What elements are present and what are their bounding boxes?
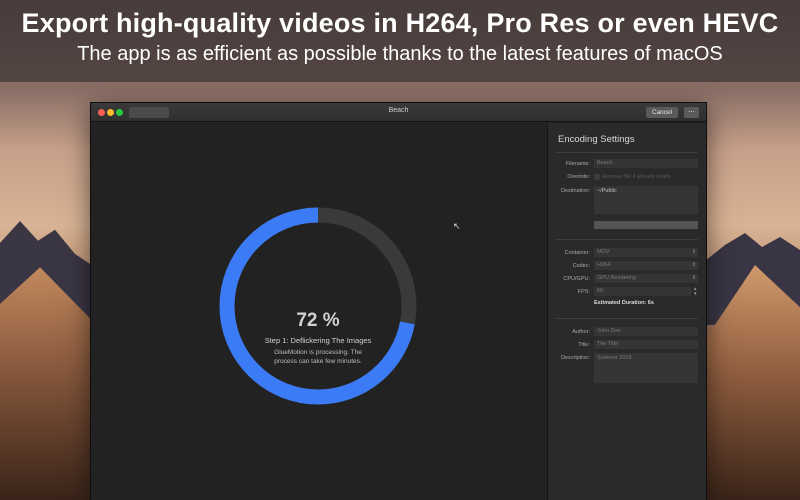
fps-label: FPS: <box>577 289 590 295</box>
codec-select[interactable]: H264 ⇕ <box>594 261 698 270</box>
mouse-pointer-icon: ↖ <box>453 221 461 231</box>
cpu-gpu-select[interactable]: GPU Rendering ⇕ <box>594 274 698 283</box>
encoding-settings-panel: Encoding Settings Filename: Beach Overri… <box>547 123 706 500</box>
override-checkbox[interactable] <box>594 174 600 180</box>
updown-arrow-icon: ⇕ <box>691 249 696 255</box>
divider <box>556 239 698 240</box>
codec-value: H264 <box>597 262 611 268</box>
cpu-gpu-value: GPU Rendering <box>597 275 636 281</box>
destination-field[interactable]: ~/Public <box>594 186 698 214</box>
container-select[interactable]: MOV ⇕ <box>594 248 698 257</box>
codec-label: Codec: <box>572 263 590 269</box>
description-field[interactable]: Summer 2018 <box>594 353 698 383</box>
progress-ring <box>219 207 417 405</box>
author-label: Author: <box>572 329 590 335</box>
cancel-button[interactable]: Cancel <box>646 107 678 118</box>
container-value: MOV <box>597 249 610 255</box>
cpu-gpu-label: CPU/GPU: <box>563 276 590 282</box>
settings-title: Encoding Settings <box>558 134 635 145</box>
window-title: Beach <box>388 107 409 114</box>
divider <box>556 318 698 319</box>
promo-headline: Export high-quality videos in H264, Pro … <box>21 8 779 38</box>
more-icon: ⋯ <box>688 109 695 116</box>
filename-field[interactable]: Beach <box>594 159 698 168</box>
choose-destination-button[interactable] <box>594 221 698 229</box>
more-options-button[interactable]: ⋯ <box>684 107 699 118</box>
updown-arrow-icon: ⇕ <box>691 275 696 281</box>
destination-label: Destination: <box>560 188 590 194</box>
progress-percent: 72 % <box>296 310 340 331</box>
container-label: Container: <box>564 250 590 256</box>
filename-label: Filename: <box>565 161 590 167</box>
divider <box>556 152 698 153</box>
progress-step-label: Step 1: Deflickering The Images <box>264 336 372 345</box>
title-bar[interactable]: Beach Cancel ⋯ <box>91 103 706 122</box>
progress-description: GlueMotion is processing. The process ca… <box>274 349 362 365</box>
app-window: Beach Cancel ⋯ 72 % Step 1: Deflickering… <box>90 102 707 500</box>
title-label: Title: <box>578 342 590 348</box>
promo-banner: Export high-quality videos in H264, Pro … <box>0 0 800 82</box>
estimated-duration: Estimated Duration: 6s <box>594 300 654 306</box>
progress-area: 72 % Step 1: Deflickering The Images Glu… <box>91 123 547 500</box>
override-row: Remove file if already exists <box>548 174 707 182</box>
fps-field[interactable]: 60 <box>594 287 691 296</box>
author-field[interactable]: John Doe <box>594 327 698 336</box>
updown-arrow-icon: ⇕ <box>691 262 696 268</box>
promo-subline: The app is as efficient as possible than… <box>77 43 723 65</box>
override-text: Remove file if already exists <box>602 174 671 180</box>
fps-stepper-icon[interactable]: ▲ ▼ <box>693 286 698 296</box>
description-label: Description: <box>560 355 590 361</box>
title-field[interactable]: The Title <box>594 340 698 349</box>
